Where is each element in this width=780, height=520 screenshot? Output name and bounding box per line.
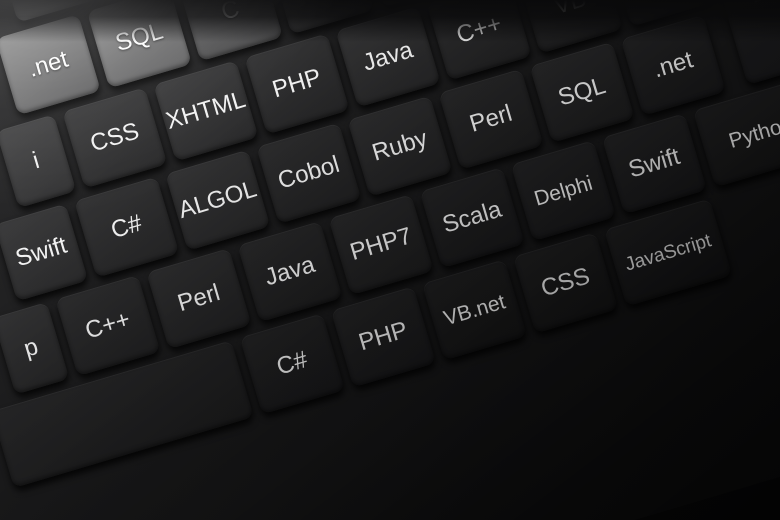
key-c[interactable]: C++ xyxy=(426,0,532,81)
key-perl[interactable]: Perl xyxy=(146,248,252,350)
key-sql[interactable]: SQL xyxy=(86,0,192,89)
key-label: Python xyxy=(726,111,780,153)
key-label: C++ xyxy=(82,305,134,345)
key-label: SQL xyxy=(112,17,167,58)
key-swift[interactable]: Swift xyxy=(601,113,707,215)
key-p[interactable]: p xyxy=(0,301,70,395)
key-xhtml[interactable]: XHTML xyxy=(153,60,259,162)
key-label: i xyxy=(29,146,43,175)
key-c[interactable]: C++ xyxy=(55,275,161,377)
key-sql[interactable]: SQL xyxy=(529,41,635,143)
key-label: Perl xyxy=(466,99,516,138)
key-label: VB.net xyxy=(440,289,508,330)
key-label: ALGOL xyxy=(175,175,260,225)
key-ruby[interactable]: Ruby xyxy=(347,95,453,197)
key-label: Swift xyxy=(625,142,683,184)
key-label: C++ xyxy=(453,10,505,49)
key-php[interactable]: PHP xyxy=(330,286,436,388)
key-java[interactable]: Java xyxy=(237,221,343,323)
key-css[interactable]: CSS xyxy=(512,232,619,334)
key-scala[interactable]: Scala xyxy=(419,167,525,269)
key-javascript[interactable]: JavaScript xyxy=(604,198,733,307)
key-label: Cobol xyxy=(274,150,343,195)
key-label: Learn xyxy=(747,0,780,8)
key-label: .net xyxy=(25,45,72,83)
key-label: CSS xyxy=(87,117,143,158)
key-java[interactable]: Java xyxy=(335,6,441,108)
key-perl[interactable]: Perl xyxy=(438,68,544,170)
keyboard-deck: XHTML Ruby Perl VBA Cobol Java C++ SQL Perl .net S… xyxy=(0,0,780,520)
key-cobol[interactable]: Cobol xyxy=(256,122,362,224)
key-label: Java xyxy=(261,250,318,292)
key-php[interactable]: PHP xyxy=(244,33,350,135)
key-label: Perl xyxy=(174,279,224,318)
key-label: Swift xyxy=(12,231,70,273)
key-delphi[interactable]: Delphi xyxy=(510,140,616,242)
key-php7[interactable]: PHP7 xyxy=(328,194,434,296)
key-label: JavaScript xyxy=(622,229,714,276)
key-label: PHP xyxy=(355,316,411,357)
key-label: CSS xyxy=(537,262,593,303)
key-c[interactable]: C# xyxy=(74,176,180,278)
keyboard-scene: XHTML Ruby Perl VBA Cobol Java C++ SQL Perl .net S… xyxy=(0,0,780,520)
key-label: XHTML xyxy=(162,85,249,135)
key-i[interactable]: i xyxy=(0,114,77,209)
key-label: Java xyxy=(359,36,417,77)
key-label: VBA xyxy=(295,0,349,3)
key-c[interactable]: C# xyxy=(239,313,345,415)
key-net[interactable]: .net xyxy=(620,14,726,116)
key-label: Ruby xyxy=(369,124,431,167)
key-label: SQL xyxy=(555,72,609,112)
key-label: Scala xyxy=(439,195,505,239)
key-swift[interactable]: Swift xyxy=(0,203,89,302)
key-label: Delphi xyxy=(531,171,596,211)
key-label: C# xyxy=(273,345,311,381)
key-label: PHP7 xyxy=(347,222,415,266)
key-label: PHP xyxy=(269,63,325,104)
key-label: C# xyxy=(107,209,146,244)
key-label: C xyxy=(218,0,243,26)
key-algol[interactable]: ALGOL xyxy=(165,149,271,251)
key-css[interactable]: CSS xyxy=(62,87,168,189)
key-label: VB xyxy=(550,0,590,20)
key-label: .net xyxy=(650,46,697,84)
key-vb-net[interactable]: VB.net xyxy=(421,259,528,361)
key-label: p xyxy=(20,332,42,363)
key-net[interactable]: .net xyxy=(0,14,101,116)
